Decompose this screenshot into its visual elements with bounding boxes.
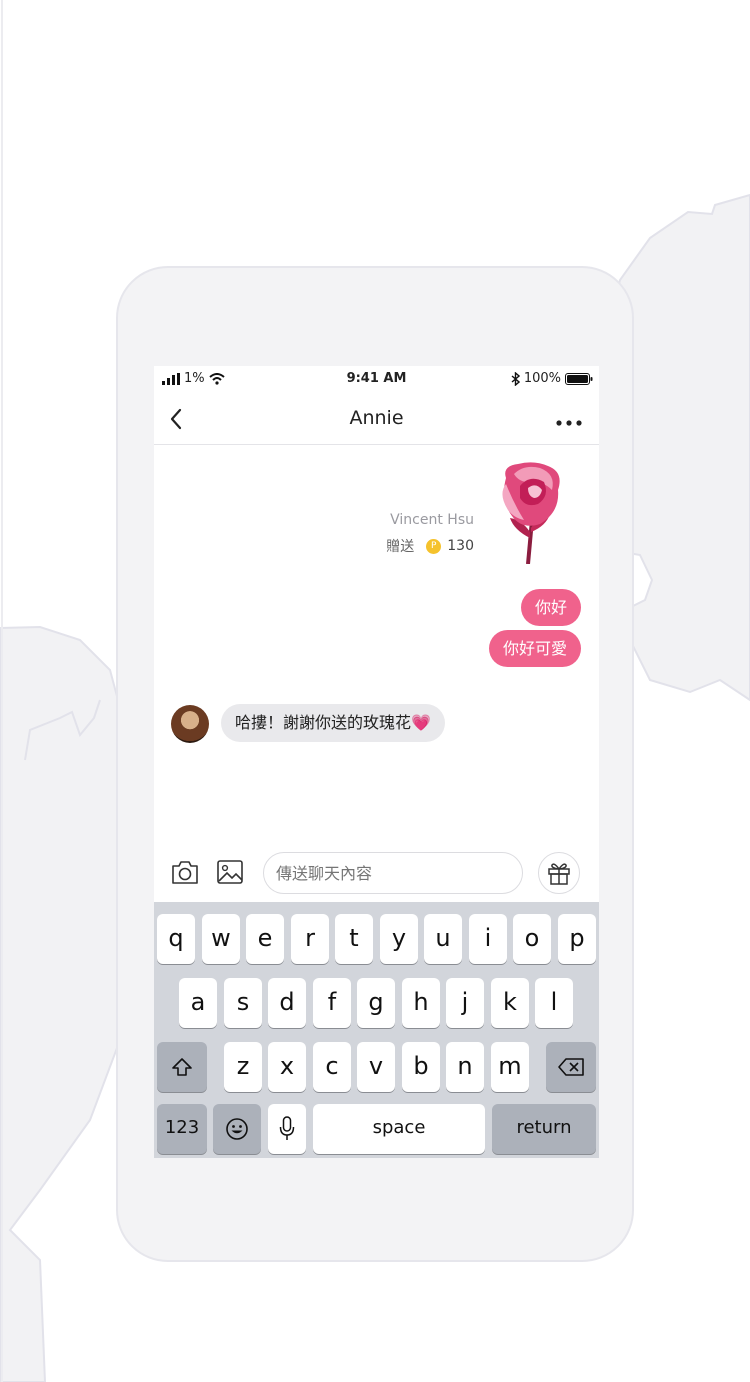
camera-icon [172,861,198,884]
key-r[interactable]: r [291,914,329,964]
chat-screen: 1% 9:41 AM 100% Annie Vincent Hsu 贈送 P 1… [154,366,599,1158]
backspace-icon [558,1058,584,1076]
emoji-key[interactable] [213,1104,261,1154]
more-icon [556,420,582,426]
key-b[interactable]: b [402,1042,440,1092]
key-j[interactable]: j [446,978,484,1028]
outgoing-message[interactable]: 你好 [520,589,581,626]
camera-button[interactable] [170,858,200,890]
shift-icon [172,1058,192,1076]
rose-gift-image [502,462,560,564]
keyboard: q w e r t y u i o p a s d f g h j k l z … [154,902,599,1158]
key-y[interactable]: y [380,914,418,964]
key-w[interactable]: w [202,914,240,964]
key-a[interactable]: a [179,978,217,1028]
shift-key[interactable] [157,1042,207,1092]
key-i[interactable]: i [469,914,507,964]
gift-action-label: 贈送 [386,539,415,555]
page-title: Annie [349,407,404,429]
key-m[interactable]: m [491,1042,529,1092]
key-q[interactable]: q [157,914,195,964]
key-p[interactable]: p [558,914,596,964]
key-n[interactable]: n [446,1042,484,1092]
bluetooth-icon [511,371,520,386]
image-button[interactable] [216,858,244,890]
key-s[interactable]: s [224,978,262,1028]
battery-icon [565,372,593,385]
avatar[interactable] [171,705,209,743]
message-input[interactable] [263,852,523,894]
key-h[interactable]: h [402,978,440,1028]
mic-icon [279,1116,295,1140]
gift-button[interactable] [538,852,580,894]
image-icon [217,860,243,884]
coin-icon: P [426,538,442,554]
key-l[interactable]: l [535,978,573,1028]
key-e[interactable]: e [246,914,284,964]
battery-text: 100% [523,371,561,386]
key-o[interactable]: o [513,914,551,964]
status-right: 100% [511,371,593,386]
key-z[interactable]: z [224,1042,262,1092]
nav-bar: Annie [154,394,599,445]
gift-amount: 130 [447,538,474,554]
key-d[interactable]: d [268,978,306,1028]
key-v[interactable]: v [357,1042,395,1092]
key-x[interactable]: x [268,1042,306,1092]
input-bar [154,846,599,902]
key-k[interactable]: k [491,978,529,1028]
gift-message: Vincent Hsu 贈送 P 130 [386,512,474,556]
mic-key[interactable] [268,1104,306,1154]
key-f[interactable]: f [313,978,351,1028]
return-key[interactable]: return [492,1104,596,1154]
backspace-key[interactable] [546,1042,596,1092]
key-c[interactable]: c [313,1042,351,1092]
more-button[interactable] [555,408,583,432]
space-key[interactable]: space [313,1104,485,1154]
gift-sender-name: Vincent Hsu [390,512,474,528]
gift-detail: 贈送 P 130 [386,536,474,556]
emoji-icon [226,1118,248,1140]
key-g[interactable]: g [357,978,395,1028]
numbers-key[interactable]: 123 [157,1104,207,1154]
outgoing-message[interactable]: 你好可愛 [488,630,581,667]
gift-icon [548,863,570,885]
incoming-message[interactable]: 哈摟！謝謝你送的玫瑰花💗 [221,704,445,742]
status-bar: 1% 9:41 AM 100% [154,366,599,394]
key-t[interactable]: t [335,914,373,964]
key-u[interactable]: u [424,914,462,964]
